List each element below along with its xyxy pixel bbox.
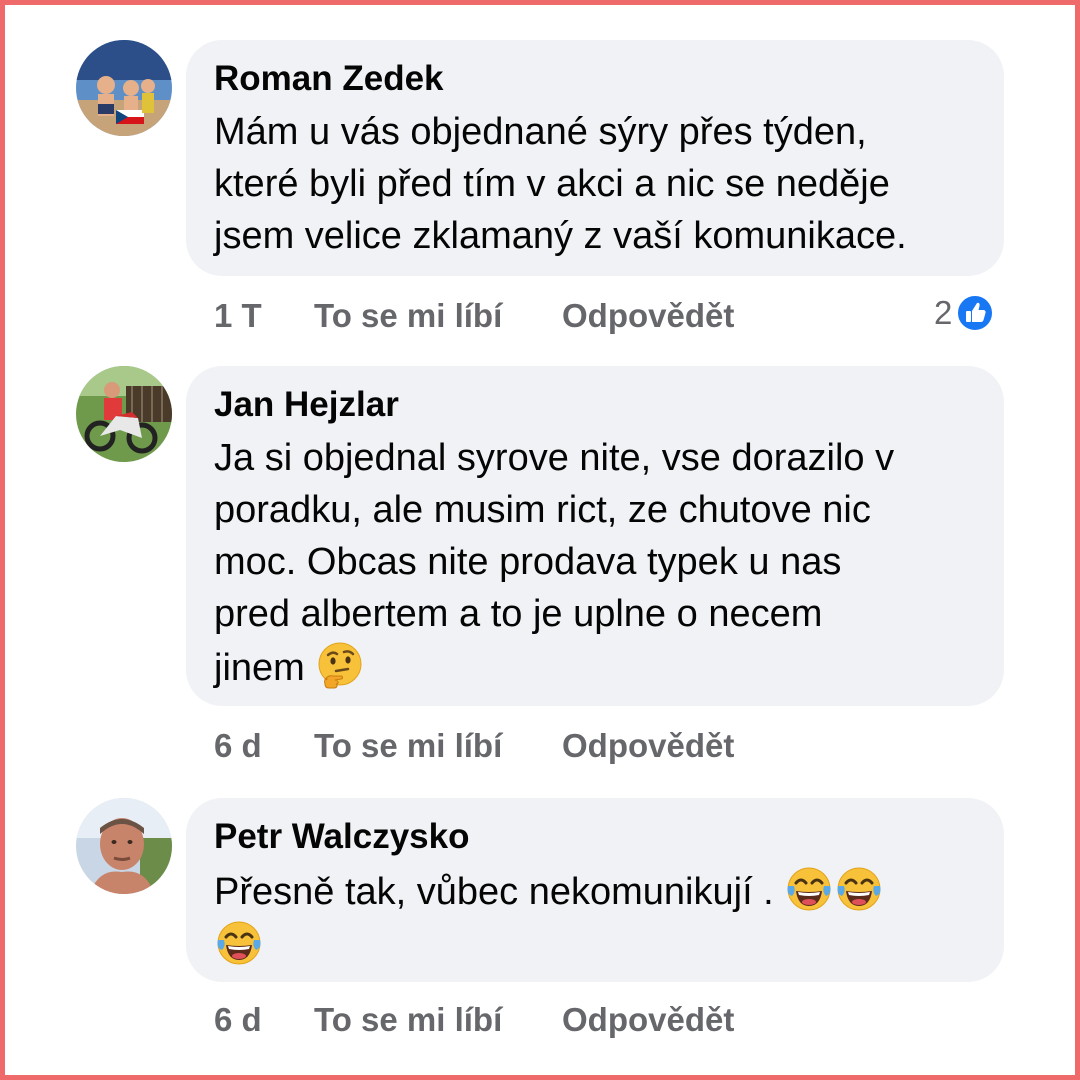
reply-button[interactable]: Odpovědět bbox=[562, 296, 734, 336]
reply-button[interactable]: Odpovědět bbox=[562, 1000, 734, 1040]
comment-bubble: Petr Walczysko Přesně tak, vůbec nekomun… bbox=[186, 798, 1004, 982]
comment-actions: 1 T To se mi líbí Odpovědět bbox=[214, 296, 734, 336]
comment-timestamp[interactable]: 6 d bbox=[214, 1000, 314, 1040]
avatar[interactable] bbox=[76, 798, 172, 894]
tears-of-joy-emoji bbox=[834, 864, 884, 914]
comment-text: Mám u vás objednané sýry přes týden, kte… bbox=[214, 111, 907, 257]
comment-text-content: Přesně tak, vůbec nekomunikují . bbox=[214, 871, 785, 913]
avatar[interactable] bbox=[76, 40, 172, 136]
comment-timestamp[interactable]: 1 T bbox=[214, 296, 314, 336]
reaction-summary[interactable]: 2 bbox=[934, 293, 995, 333]
reply-button[interactable]: Odpovědět bbox=[562, 726, 734, 766]
like-button[interactable]: To se mi líbí bbox=[314, 296, 562, 336]
comment-actions: 6 d To se mi líbí Odpovědět bbox=[214, 1000, 734, 1040]
comment-author[interactable]: Roman Zedek bbox=[214, 58, 976, 100]
thinking-face-emoji bbox=[315, 640, 365, 690]
like-button[interactable]: To se mi líbí bbox=[314, 726, 562, 766]
tears-of-joy-emoji bbox=[784, 864, 834, 914]
comment-bubble: Jan Hejzlar Ja si objednal syrove nite, … bbox=[186, 366, 1004, 706]
avatar[interactable] bbox=[76, 366, 172, 462]
like-button[interactable]: To se mi líbí bbox=[314, 1000, 562, 1040]
comment-text: Ja si objednal syrove nite, vse dorazilo… bbox=[214, 432, 976, 694]
comment-timestamp[interactable]: 6 d bbox=[214, 726, 314, 766]
like-icon bbox=[956, 294, 995, 332]
comment-actions: 6 d To se mi líbí Odpovědět bbox=[214, 726, 734, 766]
comment-author[interactable]: Jan Hejzlar bbox=[214, 384, 976, 426]
reaction-count: 2 bbox=[934, 294, 953, 331]
tears-of-joy-emoji bbox=[214, 918, 264, 968]
comment-author[interactable]: Petr Walczysko bbox=[214, 816, 976, 858]
comment-bubble: Roman Zedek Mám u vás objednané sýry pře… bbox=[186, 40, 1004, 276]
comment-text: Přesně tak, vůbec nekomunikují . bbox=[214, 864, 976, 972]
